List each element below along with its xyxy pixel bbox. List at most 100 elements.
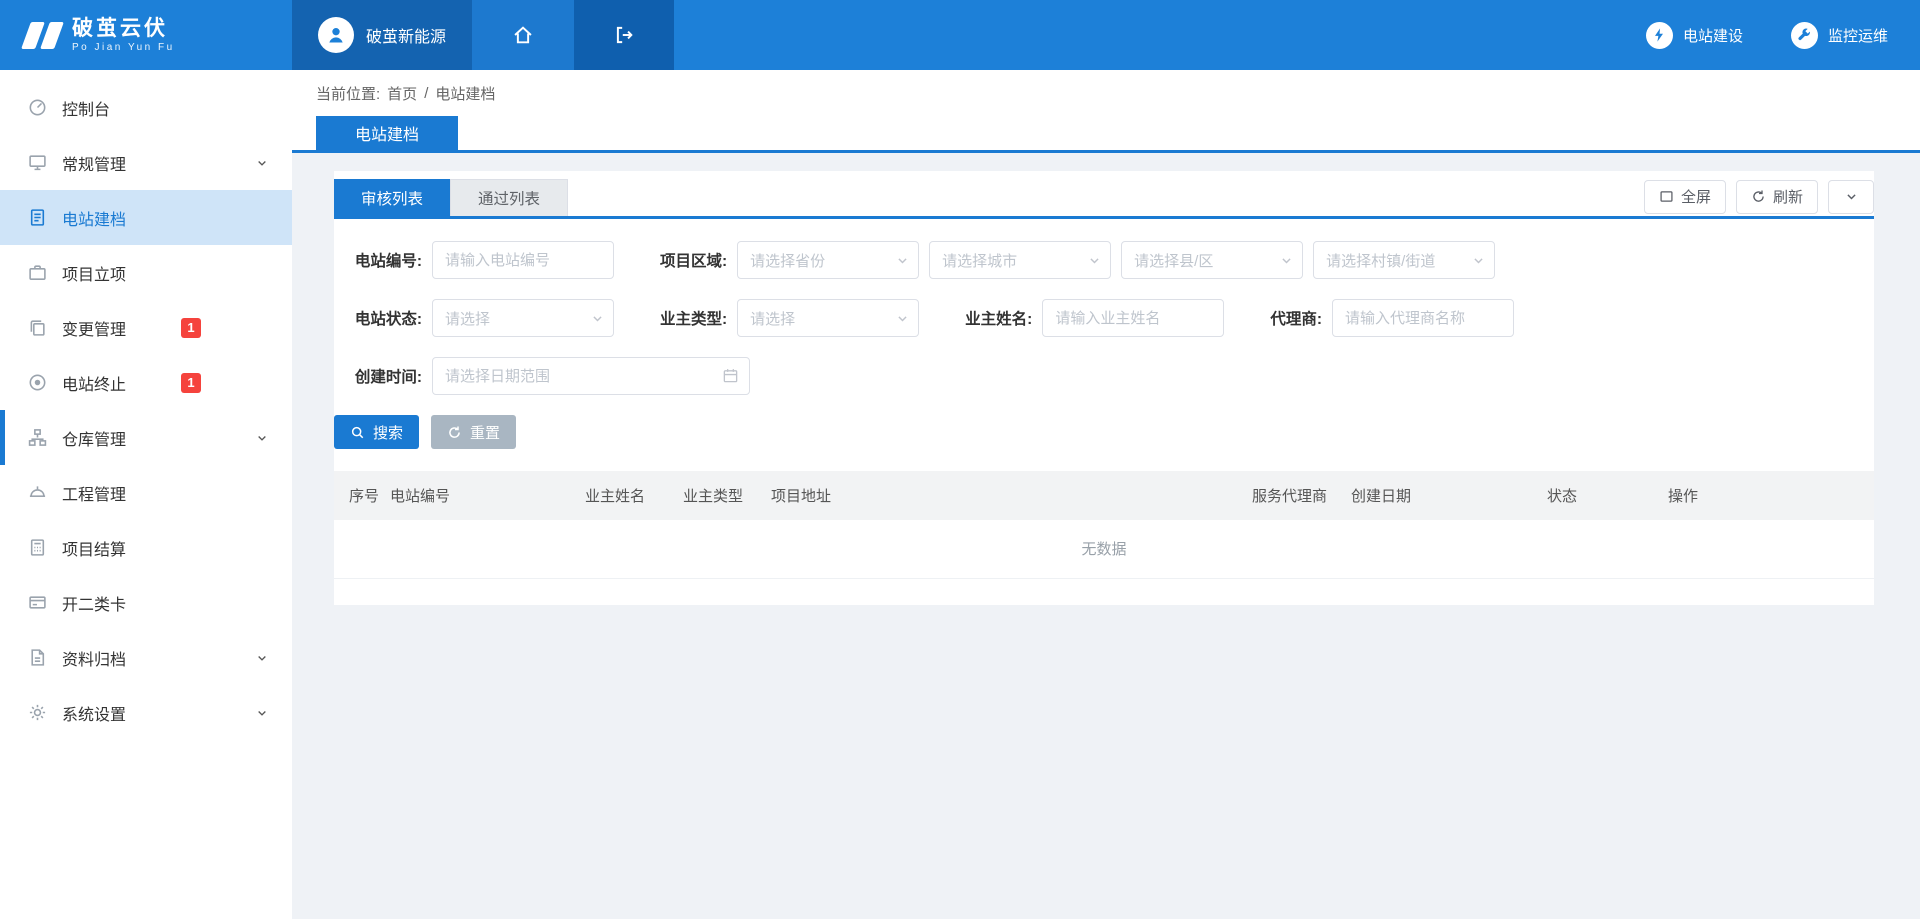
owner-type-select[interactable]: 请选择 — [737, 299, 919, 337]
document-icon — [27, 208, 47, 228]
tab-approved-list[interactable]: 通过列表 — [450, 179, 568, 216]
chevron-down-icon — [591, 312, 604, 325]
dashboard-icon — [27, 98, 47, 118]
collapse-toolbar-button[interactable] — [1828, 180, 1874, 214]
sidebar-item-data-archive[interactable]: 资料归档 — [0, 630, 292, 685]
field-station-status: 电站状态: 请选择 — [334, 299, 614, 337]
nav-station-construction[interactable]: 电站建设 — [1646, 22, 1743, 49]
chevron-down-icon — [1845, 190, 1858, 203]
field-label: 业主姓名: — [965, 307, 1032, 329]
col-status: 状态 — [1539, 471, 1660, 520]
search-icon — [350, 425, 365, 440]
chevron-down-icon — [1088, 254, 1101, 267]
sitemap-icon — [27, 428, 47, 448]
sidebar-item-open-card[interactable]: 开二类卡 — [0, 575, 292, 630]
stop-circle-icon — [27, 373, 47, 393]
sidebar-item-label: 变更管理 — [62, 316, 126, 340]
user-menu[interactable]: 破茧新能源 — [292, 0, 472, 70]
city-select[interactable]: 请选择城市 — [929, 241, 1111, 279]
fullscreen-button[interactable]: 全屏 — [1644, 180, 1726, 214]
fullscreen-label: 全屏 — [1681, 186, 1711, 207]
sidebar-item-label: 项目结算 — [62, 536, 126, 560]
monitor-icon — [27, 153, 47, 173]
fullscreen-icon — [1659, 189, 1674, 204]
col-actions: 操作 — [1660, 471, 1874, 520]
sidebar-item-project-settlement[interactable]: 项目结算 — [0, 520, 292, 575]
empty-state-text: 无数据 — [334, 520, 1874, 578]
station-status-select[interactable]: 请选择 — [432, 299, 614, 337]
search-label: 搜索 — [373, 422, 403, 443]
filter-form: 电站编号: 项目区域: 请选择省份 请选择城市 — [334, 219, 1874, 395]
sidebar-item-label: 电站终止 — [62, 371, 126, 395]
sidebar-item-engineering-management[interactable]: 工程管理 — [0, 465, 292, 520]
field-station-no: 电站编号: — [334, 241, 614, 279]
sidebar-item-console[interactable]: 控制台 — [0, 80, 292, 135]
chevron-down-icon — [896, 312, 909, 325]
station-table: 序号 电站编号 业主姓名 业主类型 项目地址 服务代理商 创建日期 状态 操作 — [334, 471, 1874, 579]
sidebar-item-system-settings[interactable]: 系统设置 — [0, 685, 292, 740]
sidebar-item-label: 资料归档 — [62, 646, 126, 670]
sidebar-item-label: 常规管理 — [62, 151, 126, 175]
main-content: 当前位置: 首页 / 电站建档 电站建档 审核列表 通过列表 — [292, 70, 1920, 919]
card-toolbar: 全屏 刷新 — [1644, 180, 1874, 214]
table-header-row: 序号 电站编号 业主姓名 业主类型 项目地址 服务代理商 创建日期 状态 操作 — [334, 471, 1874, 520]
gear-icon — [27, 703, 47, 723]
chevron-down-icon — [256, 157, 268, 169]
breadcrumb-prefix: 当前位置: — [316, 83, 380, 104]
tab-review-list[interactable]: 审核列表 — [334, 179, 450, 216]
breadcrumb-current: 电站建档 — [435, 83, 495, 104]
breadcrumb: 当前位置: 首页 / 电站建档 — [292, 70, 1920, 116]
filter-actions: 搜索 重置 — [334, 415, 1874, 449]
filter-row-2: 电站状态: 请选择 业主类型: 请选择 — [334, 299, 1874, 337]
sidebar-item-label: 电站建档 — [62, 206, 126, 230]
logout-button[interactable] — [574, 0, 674, 70]
empty-row: 无数据 — [334, 520, 1874, 578]
sidebar-item-label: 开二类卡 — [62, 591, 126, 615]
agent-input[interactable] — [1332, 299, 1514, 337]
province-select[interactable]: 请选择省份 — [737, 241, 919, 279]
logo: 破茧云伏 Po Jian Yun Fu — [0, 0, 292, 70]
app: 破茧云伏 Po Jian Yun Fu 破茧新能源 — [0, 0, 1920, 919]
badge: 1 — [181, 318, 201, 338]
sidebar-item-label: 系统设置 — [62, 701, 126, 725]
field-label: 代理商: — [1270, 307, 1322, 329]
sidebar: 控制台 常规管理 电站建档 — [0, 70, 292, 919]
filter-row-1: 电站编号: 项目区域: 请选择省份 请选择城市 — [334, 241, 1874, 279]
date-range-input[interactable] — [432, 357, 750, 395]
col-owner-name: 业主姓名 — [577, 471, 675, 520]
reset-button[interactable]: 重置 — [431, 415, 516, 449]
user-icon — [326, 25, 346, 45]
town-select[interactable]: 请选择村镇/街道 — [1313, 241, 1495, 279]
sidebar-item-station-filing[interactable]: 电站建档 — [0, 190, 292, 245]
brand-title: 破茧云伏 — [72, 17, 175, 41]
field-label: 项目区域: — [660, 249, 727, 271]
lightning-icon — [1646, 22, 1673, 49]
home-button[interactable] — [472, 0, 574, 70]
page-tab-station-filing[interactable]: 电站建档 — [316, 116, 458, 150]
brand-logo-icon — [26, 22, 59, 49]
sidebar-item-general-management[interactable]: 常规管理 — [0, 135, 292, 190]
col-index: 序号 — [334, 471, 382, 520]
refresh-button[interactable]: 刷新 — [1736, 180, 1818, 214]
district-select[interactable]: 请选择县/区 — [1121, 241, 1303, 279]
owner-name-input[interactable] — [1042, 299, 1224, 337]
nav-monitoring-ops[interactable]: 监控运维 — [1791, 22, 1888, 49]
sidebar-item-project-initiation[interactable]: 项目立项 — [0, 245, 292, 300]
breadcrumb-separator: / — [424, 85, 428, 102]
wrench-icon — [1791, 22, 1818, 49]
sidebar-item-station-termination[interactable]: 电站终止 1 — [0, 355, 292, 410]
nav-label: 监控运维 — [1828, 25, 1888, 46]
search-button[interactable]: 搜索 — [334, 415, 419, 449]
topbar: 破茧云伏 Po Jian Yun Fu 破茧新能源 — [0, 0, 1920, 70]
sidebar-item-warehouse-management[interactable]: 仓库管理 — [0, 410, 292, 465]
avatar — [318, 17, 354, 53]
sidebar-item-change-management[interactable]: 变更管理 1 — [0, 300, 292, 355]
reset-icon — [447, 425, 462, 440]
field-owner-type: 业主类型: 请选择 — [660, 299, 919, 337]
calculator-icon — [27, 538, 47, 558]
breadcrumb-home-link[interactable]: 首页 — [387, 83, 417, 104]
field-label: 电站状态: — [334, 307, 422, 329]
chevron-down-icon — [256, 432, 268, 444]
station-no-input[interactable] — [432, 241, 614, 279]
field-label: 电站编号: — [334, 249, 422, 271]
